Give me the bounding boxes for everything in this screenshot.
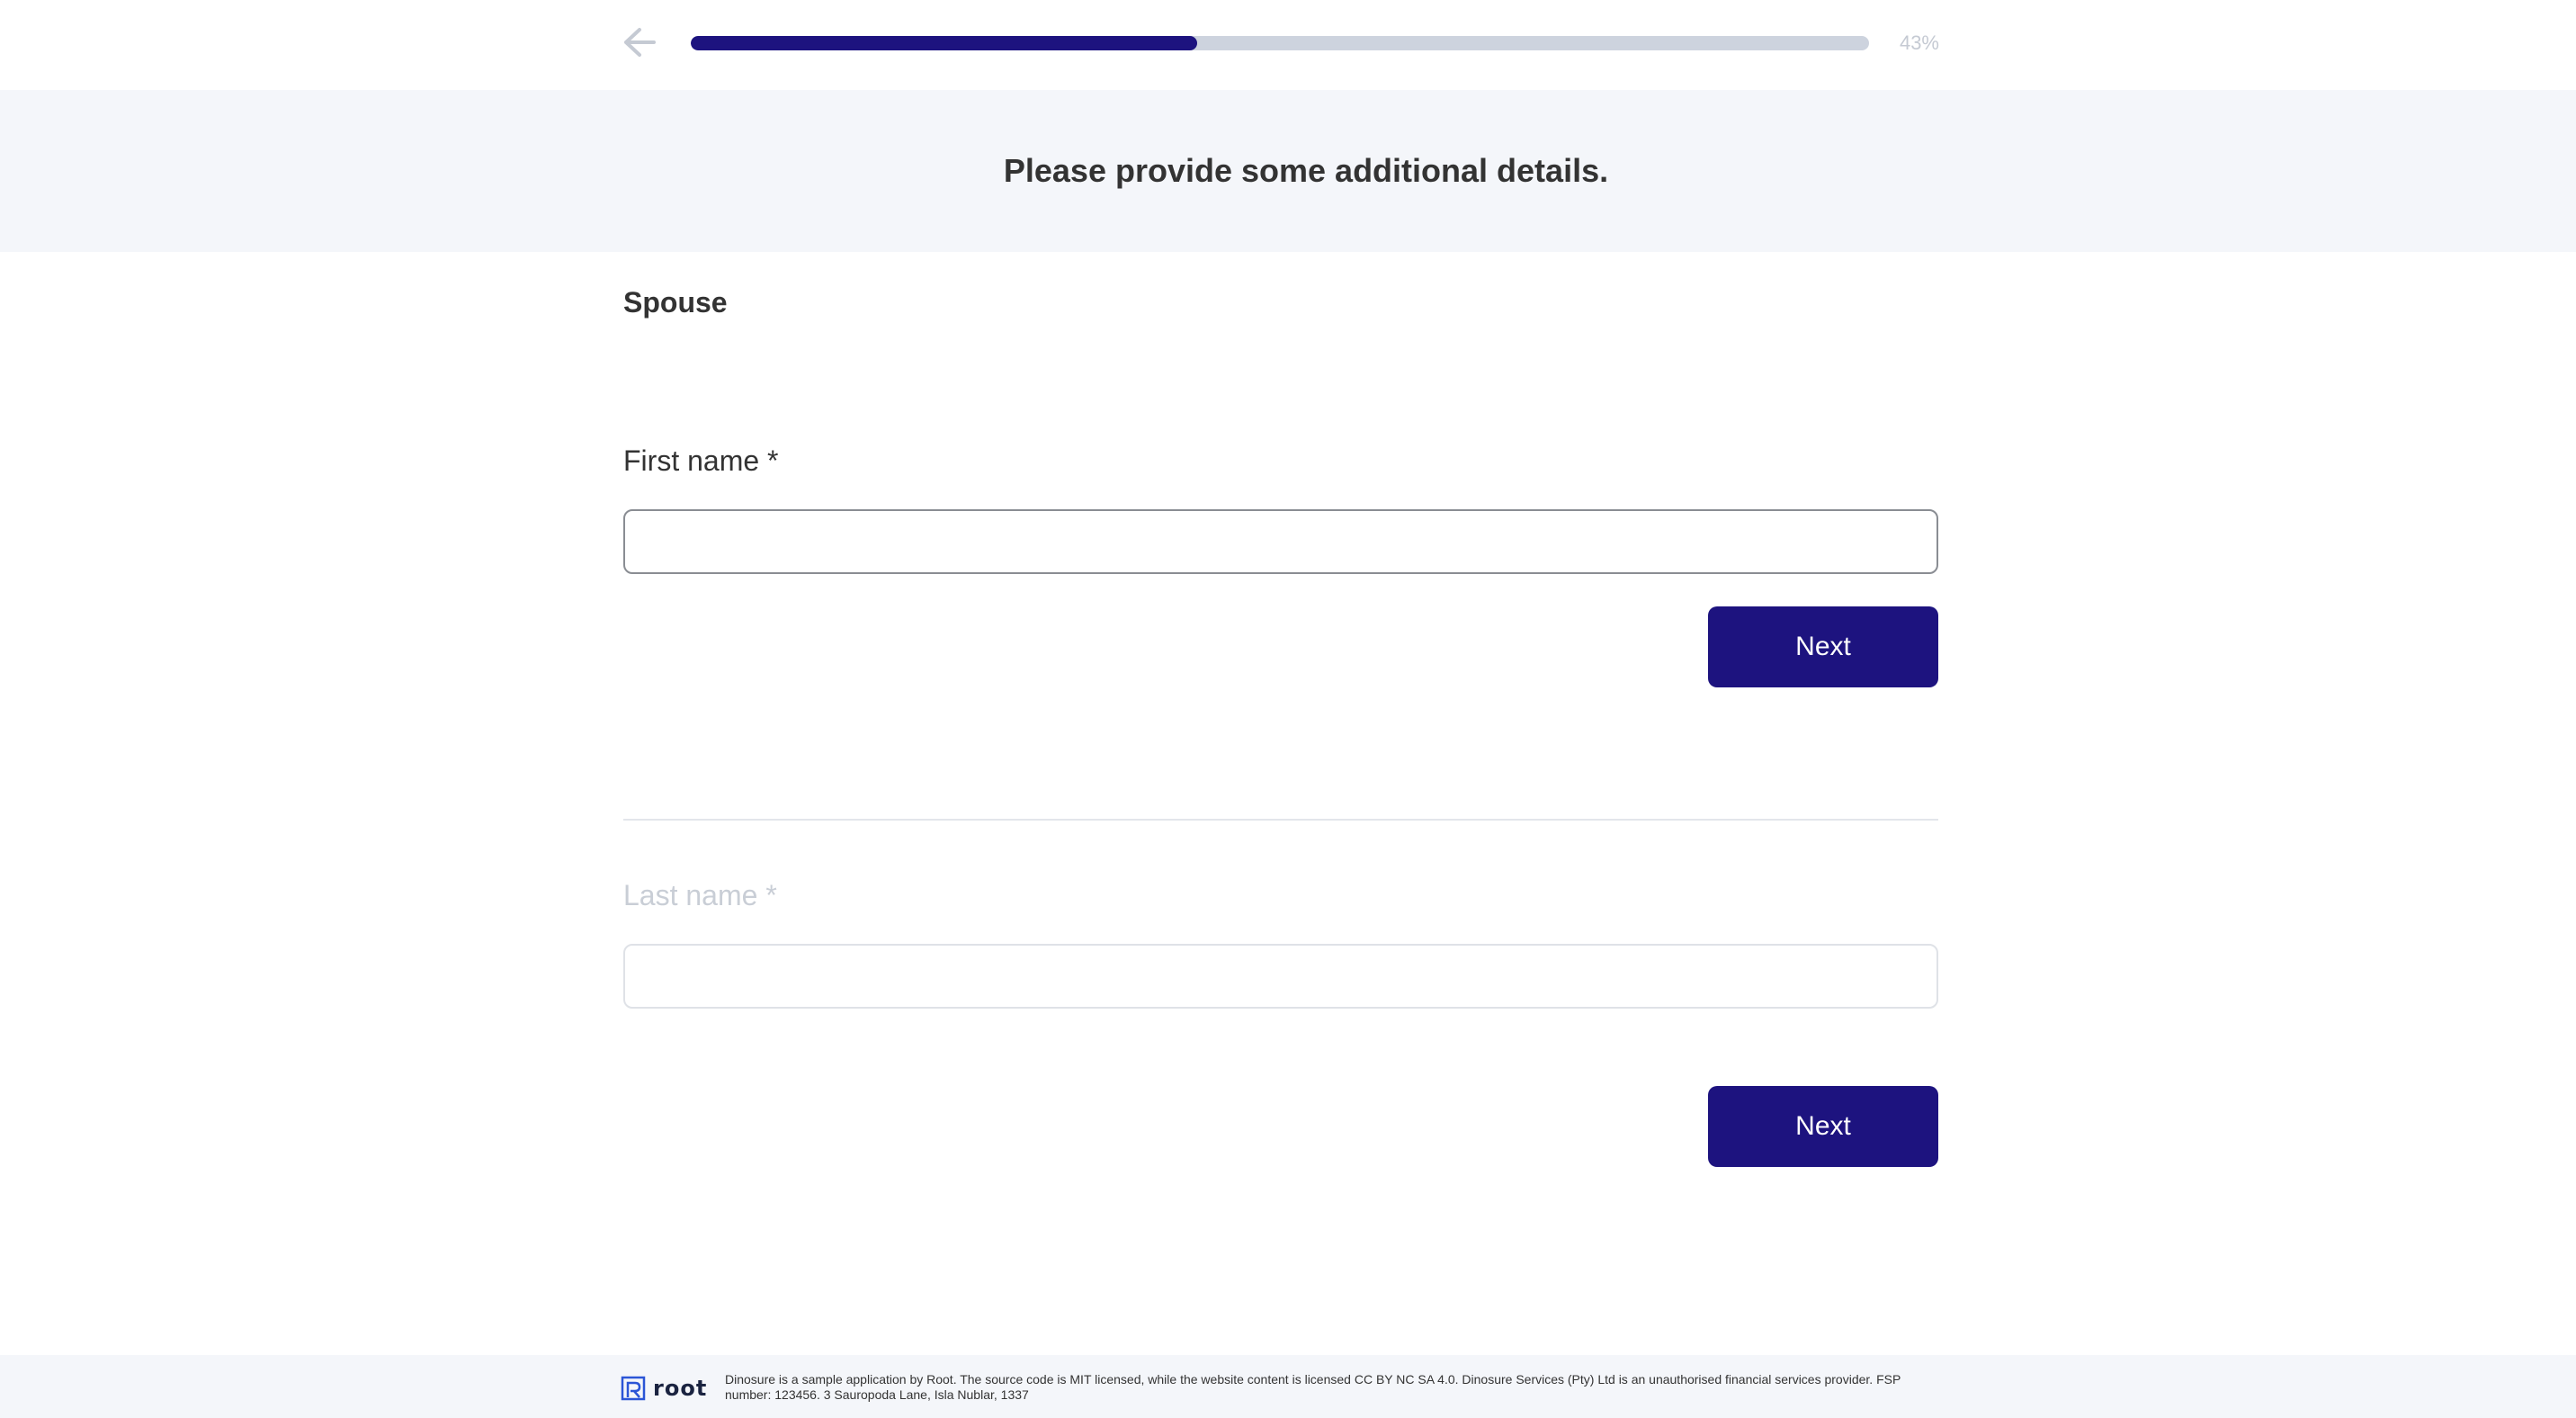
last-name-input[interactable]: [623, 944, 1938, 1009]
footer-disclaimer: Dinosure is a sample application by Root…: [725, 1372, 1901, 1402]
progress-bar-fill: [691, 36, 1198, 50]
root-logo-icon: [621, 1376, 646, 1401]
page-title: Please provide some additional details.: [1003, 152, 1609, 189]
section-title: Spouse: [623, 286, 728, 319]
arrow-left-icon: [624, 28, 656, 57]
back-button[interactable]: [619, 24, 660, 60]
last-name-label: Last name *: [623, 879, 777, 911]
first-name-input[interactable]: [623, 509, 1938, 574]
progress-bar: [691, 36, 1869, 50]
page-header: Please provide some additional details.: [0, 90, 2576, 252]
last-name-next-button[interactable]: Next: [1708, 1086, 1938, 1167]
divider: [623, 819, 1938, 821]
root-logo[interactable]: root: [621, 1375, 707, 1402]
first-name-label: First name *: [623, 444, 779, 477]
progress-percentage: 43%: [1899, 31, 1939, 54]
root-logo-text: root: [653, 1376, 708, 1401]
footer: root Dinosure is a sample application by…: [0, 1355, 2576, 1418]
top-bar: 43%: [0, 0, 2576, 90]
first-name-next-button[interactable]: Next: [1708, 606, 1938, 687]
